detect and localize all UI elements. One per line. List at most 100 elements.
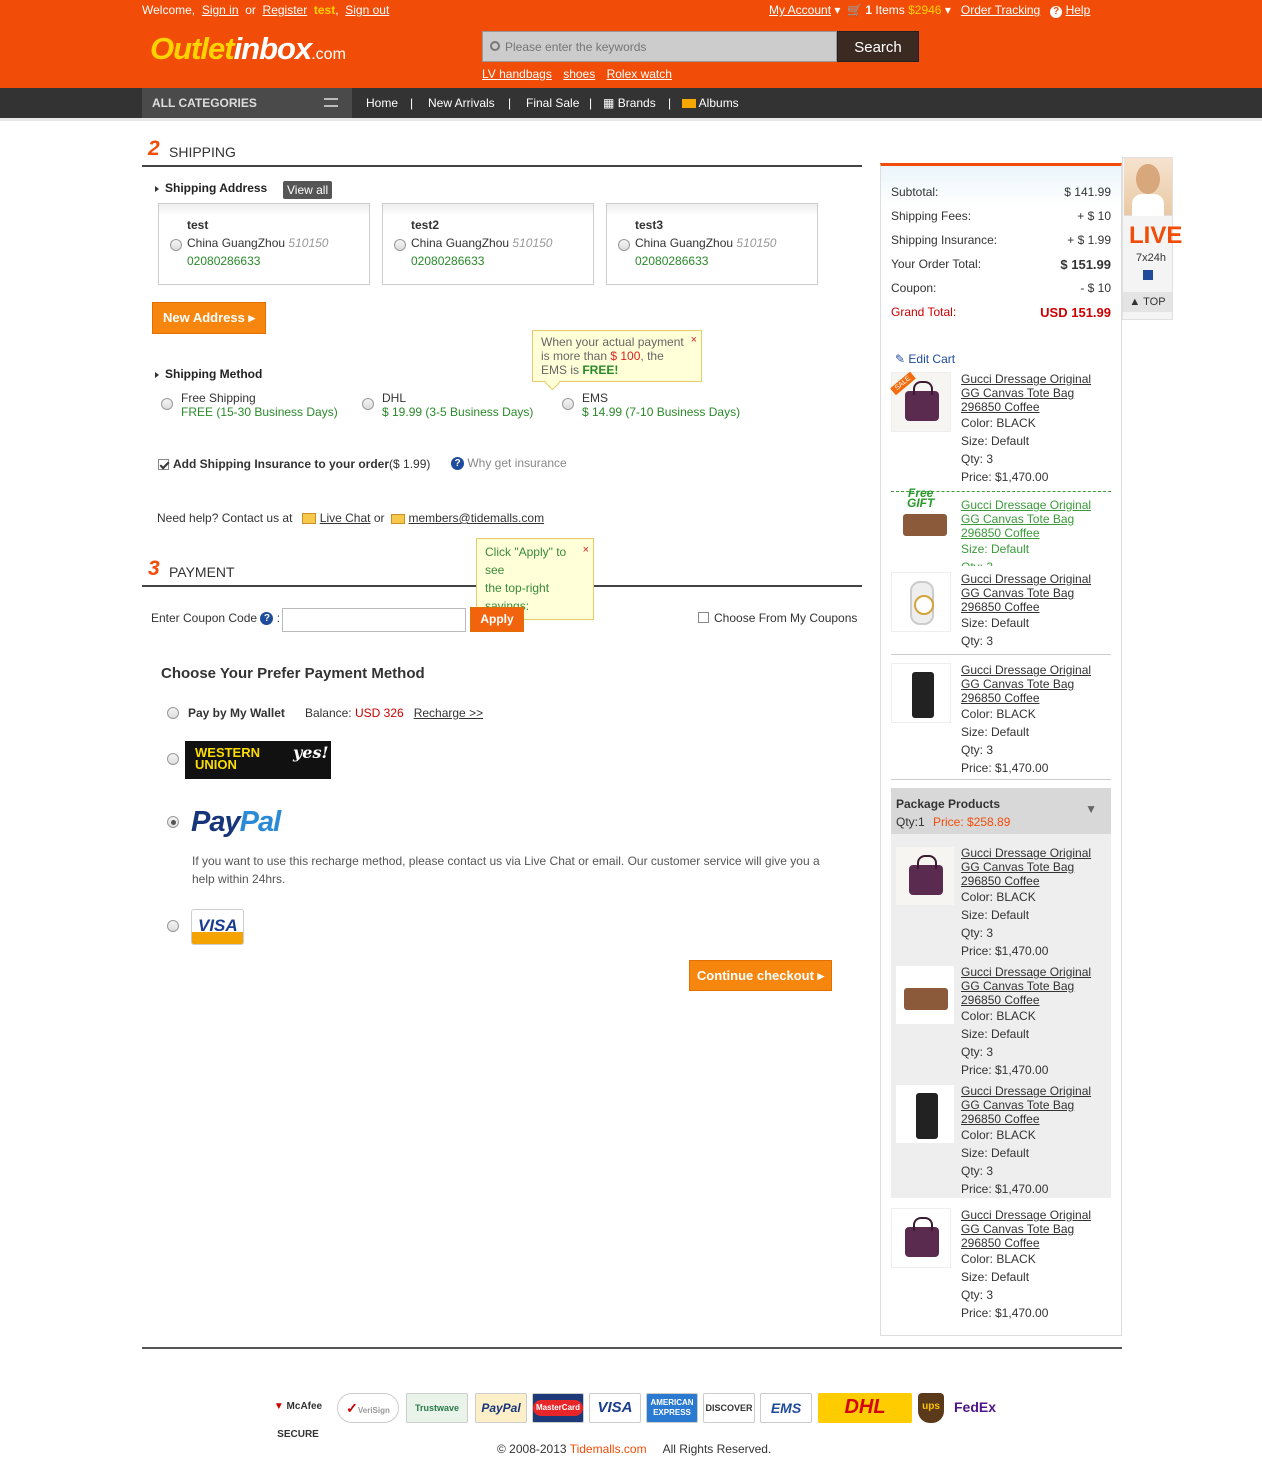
live-chat-link[interactable]: Live Chat: [320, 511, 371, 525]
address-phone: 02080286633: [187, 254, 261, 268]
dhl-radio[interactable]: [362, 398, 374, 410]
hot-keyword[interactable]: shoes: [563, 67, 595, 81]
hot-keyword[interactable]: Rolex watch: [607, 67, 672, 81]
help-link[interactable]: Help: [1066, 3, 1091, 17]
insurance-label[interactable]: Add Shipping Insurance to your order($ 1…: [173, 457, 430, 471]
address-card[interactable]: test China GuangZhou 510150 02080286633: [158, 203, 370, 285]
email-link[interactable]: members@tidemalls.com: [409, 511, 545, 525]
product-size: Size: Default: [961, 434, 1030, 448]
coupon-input[interactable]: [282, 608, 466, 632]
signout-link[interactable]: Sign out: [345, 3, 389, 17]
nav-home[interactable]: Home: [366, 88, 398, 118]
chevron-down-icon[interactable]: ▾: [834, 3, 840, 17]
nav-brands[interactable]: ▦ Brands: [603, 88, 656, 118]
order-tracking-link[interactable]: Order Tracking: [961, 3, 1040, 17]
register-link[interactable]: Register: [263, 3, 308, 17]
edit-cart-link[interactable]: ✎ Edit Cart: [895, 352, 955, 366]
western-union-logo[interactable]: WESTERN UNION yes!: [185, 741, 331, 779]
close-icon[interactable]: ×: [583, 541, 589, 559]
shipping-section-header: 2 SHIPPING: [142, 137, 862, 167]
apply-button[interactable]: Apply: [470, 607, 524, 632]
why-insurance-link[interactable]: ? Why get insurance: [451, 456, 567, 471]
triangle-icon: [155, 185, 159, 192]
address-radio[interactable]: [170, 239, 182, 251]
cart-dropdown-icon[interactable]: ▾: [945, 3, 951, 17]
product-image[interactable]: [891, 508, 951, 548]
address-city: China GuangZhou: [411, 236, 510, 250]
my-account-link[interactable]: My Account: [769, 3, 831, 17]
logo[interactable]: Outletinbox.com: [150, 31, 346, 67]
back-to-top-button[interactable]: ▲ TOP: [1123, 292, 1172, 312]
address-zip: 510150: [736, 236, 777, 250]
western-union-radio[interactable]: [167, 753, 179, 765]
product-title[interactable]: Gucci Dressage Original GG Canvas Tote B…: [961, 663, 1111, 705]
or-text: or: [245, 3, 256, 17]
close-icon[interactable]: ×: [691, 333, 697, 347]
signin-link[interactable]: Sign in: [202, 3, 239, 17]
dhl-option[interactable]: DHL $ 19.99 (3-5 Business Days): [382, 391, 533, 419]
search-input[interactable]: [483, 32, 836, 61]
categories-label: ALL CATEGORIES: [152, 96, 257, 110]
continue-checkout-button[interactable]: Continue checkout ▸: [689, 960, 832, 991]
all-categories-button[interactable]: ALL CATEGORIES: [142, 88, 352, 118]
wallet-radio[interactable]: [167, 707, 179, 719]
product-title[interactable]: Gucci Dressage Original GG Canvas Tote B…: [961, 572, 1111, 614]
live-hours: 7x24h: [1136, 252, 1166, 264]
tooltip-line: the top-right: [485, 581, 550, 595]
product-title[interactable]: Gucci Dressage Original GG Canvas Tote B…: [961, 372, 1111, 414]
product-image[interactable]: SALE: [890, 371, 951, 432]
live-support-widget[interactable]: LIVE 7x24h ▲ TOP: [1122, 157, 1182, 320]
nav-final-sale[interactable]: Final Sale: [526, 88, 579, 118]
address-radio[interactable]: [618, 239, 630, 251]
product-divider: [891, 654, 1111, 655]
product-title[interactable]: Gucci Dressage Original GG Canvas Tote B…: [961, 1084, 1111, 1126]
free-shipping-option[interactable]: Free Shipping FREE (15-30 Business Days): [181, 391, 338, 419]
paypal-radio[interactable]: [167, 816, 179, 828]
product-image[interactable]: [895, 1084, 955, 1144]
ems-option[interactable]: EMS $ 14.99 (7-10 Business Days): [582, 391, 740, 419]
product-price: Price: $1,470.00: [961, 1306, 1049, 1320]
trustwave-badge: Trustwave: [406, 1393, 468, 1423]
choose-coupons-checkbox[interactable]: [698, 612, 709, 623]
nav-albums[interactable]: Albums: [682, 88, 739, 118]
product-title[interactable]: Gucci Dressage Original GG Canvas Tote B…: [961, 846, 1111, 888]
visa-radio[interactable]: [167, 920, 179, 932]
insurance-checkbox[interactable]: [158, 459, 169, 470]
address-card[interactable]: test3 China GuangZhou 510150 02080286633: [606, 203, 818, 285]
product-title[interactable]: Gucci Dressage Original GG Canvas Tote B…: [961, 965, 1111, 1007]
nav-new-arrivals[interactable]: New Arrivals: [428, 88, 495, 118]
visa-logo[interactable]: VISA: [191, 909, 244, 945]
hot-keyword[interactable]: LV handbags: [482, 67, 552, 81]
product-image[interactable]: [895, 965, 955, 1025]
subtotal-row: Subtotal: $ 141.99: [891, 185, 1111, 199]
address-city: China GuangZhou: [187, 236, 286, 250]
address-radio[interactable]: [394, 239, 406, 251]
chat-button-icon[interactable]: [1143, 270, 1153, 280]
insurance-amount: ($ 1.99): [389, 457, 431, 471]
product-image[interactable]: [891, 1208, 951, 1268]
recharge-link[interactable]: Recharge >>: [414, 706, 483, 720]
package-header[interactable]: Package Products Qty:1 Price: $258.89 ▼: [891, 788, 1111, 834]
cart-icon[interactable]: 🛒: [847, 3, 862, 17]
site-link[interactable]: Tidemalls.com: [570, 1442, 647, 1456]
search-button[interactable]: Search: [837, 31, 919, 62]
address-card[interactable]: test2 China GuangZhou 510150 02080286633: [382, 203, 594, 285]
ems-radio[interactable]: [562, 398, 574, 410]
badge-text: VeriSign: [357, 1406, 390, 1415]
wallet-option[interactable]: Pay by My Wallet Balance: USD 326 Rechar…: [188, 706, 483, 720]
product-price: Price: $1,470.00: [961, 944, 1049, 958]
free-shipping-radio[interactable]: [161, 398, 173, 410]
product-image[interactable]: [895, 846, 955, 906]
ems-tooltip: × When your actual payment is more than …: [532, 330, 702, 382]
choose-coupons-label[interactable]: Choose From My Coupons: [714, 611, 857, 625]
paypal-logo[interactable]: PayPal: [191, 806, 281, 839]
view-all-button[interactable]: View all: [283, 181, 333, 199]
product-image[interactable]: [891, 572, 951, 632]
product-image[interactable]: [891, 663, 951, 723]
product-title[interactable]: Gucci Dressage Original GG Canvas Tote B…: [961, 1208, 1111, 1250]
product-title[interactable]: Gucci Dressage Original GG Canvas Tote B…: [961, 498, 1111, 540]
new-address-button[interactable]: New Address ▸: [152, 302, 266, 334]
question-icon[interactable]: ?: [260, 612, 274, 626]
help-icon[interactable]: ?: [1050, 6, 1063, 18]
collapse-chevron-icon[interactable]: ▼: [1085, 802, 1097, 816]
